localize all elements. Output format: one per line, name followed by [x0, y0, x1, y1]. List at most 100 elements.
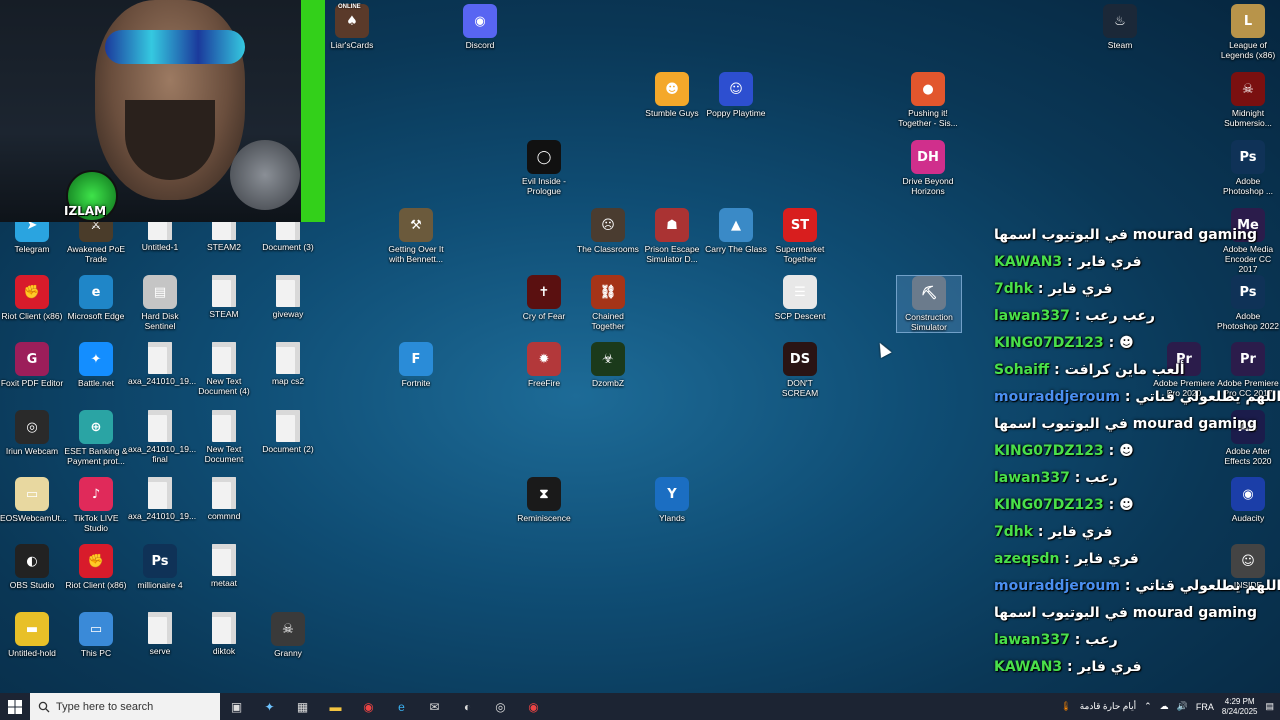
chat-text: في اليوتيوب اسمها mourad gaming	[994, 605, 1258, 621]
chat-message: azeqsdn : فري فاير	[994, 546, 1224, 573]
chat-username: KING07DZ123	[994, 443, 1104, 459]
app-icon: ✊	[15, 275, 49, 309]
desktop-icon[interactable]: ⛏ Construction Simulator	[896, 275, 962, 333]
file-explorer-icon[interactable]: ▬	[323, 696, 349, 718]
obs-icon[interactable]: ◐	[455, 696, 481, 718]
desktop-icon[interactable]: ⛓ Chained Together	[576, 275, 640, 331]
desktop-icon-label: axa_241010_19...	[128, 376, 197, 386]
desktop-icon[interactable]: Ps Adobe Photoshop 2022	[1216, 275, 1280, 331]
notifications-icon[interactable]: ▤	[1265, 701, 1274, 712]
desktop-icon[interactable]: ● Pushing it! Together - Sis...	[896, 72, 960, 128]
desktop-icon[interactable]: e Microsoft Edge	[64, 275, 128, 321]
desktop-icon[interactable]: ✝ Cry of Fear	[512, 275, 576, 321]
app-icon: ⚒	[399, 208, 433, 242]
desktop-icon[interactable]: ♪ TikTok LIVE Studio	[64, 477, 128, 533]
mail-icon[interactable]: ✉	[422, 696, 448, 718]
desktop-icon[interactable]: ♠ ONLINE Liar'sCards	[320, 4, 384, 50]
system-tray: 🌡 أيام حارة قادمة ⌃ ☁ 🔊 FRA 4:29 PM 8/24…	[1060, 693, 1280, 720]
store-icon[interactable]: ▦	[290, 696, 316, 718]
desktop-icon[interactable]: ◐ OBS Studio	[0, 544, 64, 590]
desktop-icon[interactable]: ☹ The Classrooms	[576, 208, 640, 254]
desktop-icon[interactable]: ☺ Poppy Playtime	[704, 72, 768, 118]
desktop-icon[interactable]: ⚒ Getting Over It with Bennett...	[384, 208, 448, 264]
app-icon: ☰	[783, 275, 817, 309]
desktop-icon[interactable]: axa_241010_19... final	[128, 410, 196, 464]
desktop-icon[interactable]: ◎ Iriun Webcam	[0, 410, 64, 456]
app-icon: G	[15, 342, 49, 376]
chrome-profile-icon[interactable]: ◉	[521, 696, 547, 718]
desktop-icon-label: serve	[149, 646, 171, 656]
desktop-icon[interactable]: metaat	[192, 544, 256, 588]
weather-icon[interactable]: 🌡	[1060, 701, 1071, 712]
desktop-icon[interactable]: map cs2	[256, 342, 320, 386]
edge-icon[interactable]: e	[389, 696, 415, 718]
desktop-icon[interactable]: F Fortnite	[384, 342, 448, 388]
desktop-icon-label: Riot Client (x86)	[1, 311, 63, 321]
desktop-icon[interactable]: ST Supermarket Together	[768, 208, 832, 264]
desktop-icon[interactable]: ⧗ Reminiscence	[512, 477, 576, 523]
desktop-icon[interactable]: ☻ Stumble Guys	[640, 72, 704, 118]
desktop-icon-label: DON'T SCREAM	[781, 378, 819, 398]
search-box[interactable]: Type here to search	[30, 693, 220, 720]
desktop-icon[interactable]: L League of Legends (x86)	[1216, 4, 1280, 60]
app-icon: F	[399, 342, 433, 376]
copilot-icon[interactable]: ✦	[257, 696, 283, 718]
chat-message: 7dhk : فري فاير	[994, 519, 1224, 546]
desktop-icon-label: commnd	[207, 511, 241, 521]
desktop-icon[interactable]: axa_241010_19...	[128, 477, 196, 521]
task-view-icon[interactable]: ▣	[224, 696, 250, 718]
chat-text: : فري فاير	[1062, 254, 1142, 270]
desktop-icon-label: metaat	[211, 578, 237, 588]
desktop-icon[interactable]: ☠ Granny	[256, 612, 320, 658]
clock[interactable]: 4:29 PM 8/24/2025	[1222, 697, 1258, 717]
desktop-icon[interactable]: serve	[128, 612, 192, 656]
desktop-icon[interactable]: Document (2)	[256, 410, 320, 454]
desktop-icon[interactable]: ✊ Riot Client (x86)	[0, 275, 64, 321]
desktop-icon[interactable]: ▭ This PC	[64, 612, 128, 658]
desktop-icon[interactable]: STEAM	[192, 275, 256, 319]
tray-chevron-icon[interactable]: ⌃	[1144, 701, 1152, 712]
weather-text[interactable]: أيام حارة قادمة	[1080, 701, 1136, 712]
desktop-icon[interactable]: Ps Adobe Photoshop ...	[1216, 140, 1280, 196]
webcam-app-icon[interactable]: ◎	[488, 696, 514, 718]
volume-icon[interactable]: 🔊	[1177, 701, 1188, 712]
desktop-icon[interactable]: ▬ Untitled-hold	[0, 612, 64, 658]
desktop-icon[interactable]: ☣ DzombZ	[576, 342, 640, 388]
desktop-icon[interactable]: ▲ Carry The Glass	[704, 208, 768, 254]
chrome-icon[interactable]: ◉	[356, 696, 382, 718]
desktop-icon[interactable]: ⊕ ESET Banking & Payment prot...	[64, 410, 128, 466]
desktop-icon[interactable]: giveway	[256, 275, 320, 319]
text-document-icon	[212, 275, 236, 307]
desktop-icon-label: Carry The Glass	[705, 244, 767, 254]
desktop-icon[interactable]: New Text Document (4)	[192, 342, 256, 396]
desktop-icon[interactable]: ✹ FreeFire	[512, 342, 576, 388]
desktop-icon[interactable]: G Foxit PDF Editor	[0, 342, 64, 388]
desktop-icon[interactable]: DS DON'T SCREAM	[768, 342, 832, 398]
desktop-icon[interactable]: New Text Document	[192, 410, 256, 464]
desktop-icon[interactable]: ◉ Audacity	[1216, 477, 1280, 523]
desktop-icon[interactable]: DH Drive Beyond Horizons	[896, 140, 960, 196]
desktop-icon[interactable]: ▤ Hard Disk Sentinel	[128, 275, 192, 331]
desktop-icon[interactable]: axa_241010_19...	[128, 342, 197, 386]
desktop-icon[interactable]: ♨ Steam	[1088, 4, 1152, 50]
app-icon: Ps	[1231, 275, 1265, 309]
start-button[interactable]	[0, 693, 30, 720]
desktop-icon[interactable]: ✦ Battle.net	[64, 342, 128, 388]
desktop-icon[interactable]: diktok	[192, 612, 256, 656]
desktop-icon[interactable]: ☰ SCP Descent	[768, 275, 832, 321]
language-indicator[interactable]: FRA	[1196, 702, 1214, 712]
chat-username: lawan337	[994, 470, 1070, 486]
chat-username: KAWAN3	[994, 254, 1063, 270]
desktop-icon[interactable]: Ps millionaire 4	[128, 544, 192, 590]
desktop-icon[interactable]: ▭ EOSWebcamUt...	[0, 477, 67, 523]
desktop-icon[interactable]: Y Ylands	[640, 477, 704, 523]
icon-badge: ONLINE	[338, 4, 361, 10]
desktop-icon[interactable]: ☗ Prison Escape Simulator D...	[640, 208, 704, 264]
desktop-icon[interactable]: ✊ Riot Client (x86)	[64, 544, 128, 590]
desktop-icon[interactable]: commnd	[192, 477, 256, 521]
network-icon[interactable]: ☁	[1160, 701, 1169, 712]
desktop-icon[interactable]: ◯ Evil Inside - Prologue	[512, 140, 576, 196]
desktop-icon[interactable]: ◉ Discord	[448, 4, 512, 50]
desktop-icon-label: FreeFire	[527, 378, 561, 388]
desktop-icon[interactable]: ☠ Midnight Submersio...	[1216, 72, 1280, 128]
